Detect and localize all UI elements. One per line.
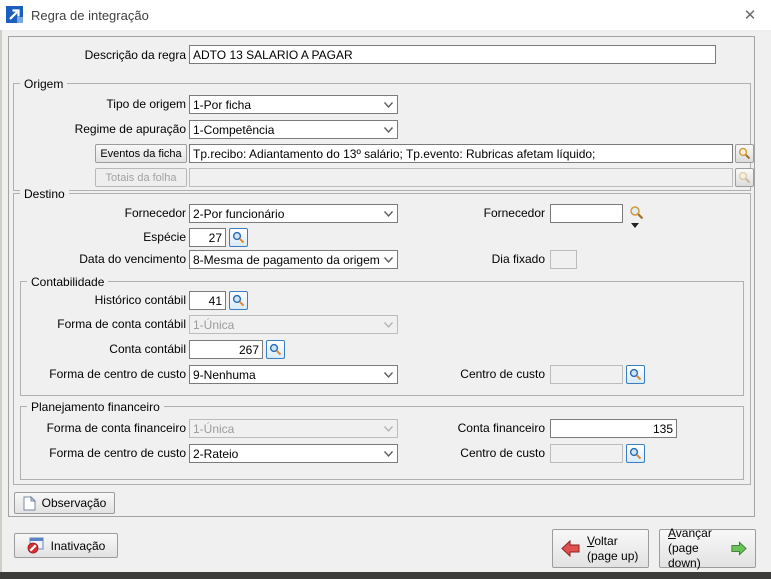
fornecedor-dropdown-caret[interactable]	[631, 223, 639, 228]
eventos-ficha-search-button[interactable]	[735, 144, 754, 163]
close-button[interactable]: ✕	[737, 5, 763, 25]
conta-contabil-lookup-button[interactable]	[266, 340, 285, 359]
avancar-label: Avançar	[668, 526, 724, 541]
planejamento-legend: Planejamento financeiro	[27, 400, 164, 414]
historico-contabil-input[interactable]	[189, 291, 226, 310]
conta-financeiro-label: Conta financeiro	[420, 419, 545, 438]
centro-custo-contab-lookup-button[interactable]	[626, 365, 645, 384]
voltar-button[interactable]: Voltar (page up)	[552, 529, 649, 568]
tipo-origem-select[interactable]: 1-Por ficha	[189, 95, 398, 114]
chevron-down-icon	[380, 126, 397, 134]
forma-centro-custo-fin-value: 2-Rateio	[190, 447, 380, 461]
fornecedor-codigo-input[interactable]	[550, 204, 623, 223]
chevron-down-icon	[380, 256, 397, 264]
descricao-label: Descrição da regra	[20, 46, 186, 65]
forma-conta-financeiro-value: 1-Única	[190, 422, 380, 436]
data-vencimento-select[interactable]: 8-Mesma de pagamento da origem	[189, 250, 398, 269]
regime-apuracao-value: 1-Competência	[190, 123, 380, 137]
tipo-origem-label: Tipo de origem	[20, 95, 186, 114]
dia-fixado-label: Dia fixado	[420, 250, 545, 269]
forma-conta-financeiro-label: Forma de conta financeiro	[20, 419, 186, 438]
planejamento-group	[20, 406, 744, 480]
search-icon	[738, 147, 751, 160]
search-icon	[629, 447, 642, 460]
window-edge	[0, 30, 2, 572]
chevron-down-icon	[380, 371, 397, 379]
conta-contabil-label: Conta contábil	[20, 340, 186, 359]
regime-apuracao-select[interactable]: 1-Competência	[189, 120, 398, 139]
centro-custo-fin-label: Centro de custo	[420, 444, 545, 463]
forma-conta-contabil-label: Forma de conta contábil	[20, 315, 186, 334]
fornecedor-forma-label: Fornecedor	[20, 204, 186, 223]
forma-conta-financeiro-select: 1-Única	[189, 419, 398, 438]
title-bar: Regra de integração ✕	[0, 0, 771, 30]
chevron-down-icon	[380, 450, 397, 458]
conta-financeiro-input[interactable]	[550, 419, 677, 438]
avancar-sublabel: (page down)	[668, 541, 724, 571]
voltar-sublabel: (page up)	[587, 549, 638, 564]
especie-label: Espécie	[20, 228, 186, 247]
descricao-input[interactable]	[189, 45, 716, 64]
centro-custo-contab-label: Centro de custo	[420, 365, 545, 384]
regime-apuracao-label: Regime de apuração	[20, 120, 186, 139]
document-icon	[23, 496, 36, 511]
inativacao-button[interactable]: Inativação	[14, 533, 118, 558]
forma-centro-custo-contab-value: 9-Nenhuma	[190, 368, 380, 382]
historico-contabil-lookup-button[interactable]	[229, 291, 248, 310]
arrow-right-icon	[731, 540, 747, 557]
voltar-label: Voltar	[587, 534, 638, 549]
centro-custo-fin-input	[550, 444, 623, 463]
search-icon	[232, 231, 245, 244]
eventos-ficha-input[interactable]	[189, 144, 733, 163]
centro-custo-contab-input	[550, 365, 623, 384]
background-strip	[0, 572, 771, 579]
forma-conta-contabil-value: 1-Única	[190, 318, 380, 332]
totais-folha-search-button	[735, 168, 754, 187]
forma-centro-custo-contab-label: Forma de centro de custo	[20, 365, 186, 384]
forma-centro-custo-fin-label: Forma de centro de custo	[20, 444, 186, 463]
app-icon	[6, 6, 23, 23]
inactivation-icon	[27, 537, 44, 554]
observacao-button[interactable]: Observação	[14, 492, 115, 514]
search-icon	[629, 368, 642, 381]
fornecedor-codigo-label: Fornecedor	[420, 204, 545, 223]
chevron-down-icon	[380, 101, 397, 109]
avancar-button[interactable]: Avançar (page down)	[659, 529, 756, 568]
forma-centro-custo-contab-select[interactable]: 9-Nenhuma	[189, 365, 398, 384]
destino-legend: Destino	[20, 187, 69, 201]
fornecedor-search-icon[interactable]	[629, 205, 645, 221]
especie-lookup-button[interactable]	[229, 228, 248, 247]
historico-contabil-label: Histórico contábil	[20, 291, 186, 310]
search-icon	[232, 294, 245, 307]
dia-fixado-input	[550, 250, 577, 269]
forma-centro-custo-fin-select[interactable]: 2-Rateio	[189, 444, 398, 463]
origem-legend: Origem	[20, 77, 67, 91]
contabilidade-legend: Contabilidade	[27, 275, 108, 289]
centro-custo-fin-lookup-button[interactable]	[626, 444, 645, 463]
window-title: Regra de integração	[31, 8, 149, 23]
fornecedor-forma-select[interactable]: 2-Por funcionário	[189, 204, 398, 223]
search-icon	[738, 171, 751, 184]
arrow-left-icon	[561, 540, 580, 557]
totais-folha-button: Totais da folha	[95, 168, 187, 187]
forma-conta-contabil-select: 1-Única	[189, 315, 398, 334]
data-vencimento-label: Data do vencimento	[20, 250, 186, 269]
regra-integracao-dialog: Regra de integração ✕ Descrição da regra…	[0, 0, 771, 579]
fornecedor-forma-value: 2-Por funcionário	[190, 207, 380, 221]
chevron-down-icon	[380, 210, 397, 218]
observacao-label: Observação	[42, 496, 107, 510]
conta-contabil-input[interactable]	[189, 340, 263, 359]
chevron-down-icon	[380, 321, 397, 329]
data-vencimento-value: 8-Mesma de pagamento da origem	[190, 253, 380, 267]
eventos-ficha-button[interactable]: Eventos da ficha	[95, 144, 187, 163]
especie-input[interactable]	[189, 228, 226, 247]
tipo-origem-value: 1-Por ficha	[190, 98, 380, 112]
inativacao-label: Inativação	[51, 539, 106, 553]
search-icon	[269, 343, 282, 356]
chevron-down-icon	[380, 425, 397, 433]
totais-folha-input	[189, 168, 733, 187]
